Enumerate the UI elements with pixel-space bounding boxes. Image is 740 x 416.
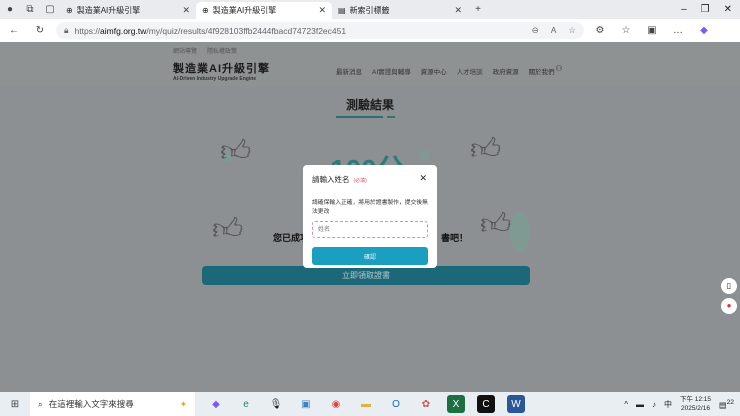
decor-dot (420, 150, 430, 160)
search-icon: ⌕ (38, 398, 43, 409)
privacy-link[interactable]: 隱私權政策 (207, 46, 237, 55)
result-message-end: 書吧！ (441, 233, 469, 243)
taskbar-search[interactable]: ⌕ 在這裡輸入文字來搜尋 ✦ (30, 392, 195, 416)
lock-icon: 🔒︎ (64, 25, 69, 35)
favorite-star-icon[interactable]: ☆ (568, 25, 576, 36)
back-icon[interactable]: ← (4, 21, 24, 40)
nav-resources[interactable]: 資源中心 (421, 66, 447, 76)
capcut-app-icon[interactable]: C (477, 395, 495, 413)
browser-tab-3[interactable]: ▤ 新索引標籤 ✕ (332, 2, 468, 19)
zoom-icon[interactable]: ⊖ (532, 25, 539, 36)
url-domain: aimfg.org.tw (100, 25, 147, 36)
claim-certificate-button[interactable]: 立即領取證書 (202, 266, 530, 285)
thumbs-up-illustration: 👍︎ (480, 208, 512, 241)
volume-icon[interactable]: ♪ (652, 400, 656, 409)
outlook-app-icon[interactable]: O (387, 395, 405, 413)
name-input[interactable] (312, 221, 428, 238)
site-header: 網站導覽 隱私權政策 製造業AI升級引擎 AI-Driven Industry U… (0, 42, 740, 86)
notifications-icon[interactable]: ▤22 (719, 399, 734, 410)
refresh-icon[interactable]: ↻ (30, 21, 50, 40)
url-path: /my/quiz/results/4f928103ffb2444fbacd747… (146, 25, 347, 36)
sitemap-link[interactable]: 網站導覽 (173, 46, 197, 55)
main-nav: 最新消息 AI實證與輔導 資源中心 人才培訓 政府資源 關於我們 (336, 66, 555, 76)
url-field[interactable]: 🔒︎ https://aimfg.org.tw/my/quiz/results/… (56, 22, 584, 39)
tab-actions-icon[interactable]: ▢ (40, 0, 60, 19)
address-bar-row: ← ↻ 🔒︎ https://aimfg.org.tw/my/quiz/resu… (0, 19, 740, 42)
taskbar: ⊞ ⌕ 在這裡輸入文字來搜尋 ✦ ◆ e 🎙︎ ▣ ◉ ▬ O ✿ X C W … (0, 392, 740, 416)
workspaces-icon[interactable]: ⧉ (20, 0, 40, 19)
more-icon[interactable]: … (668, 21, 688, 40)
photos-app-icon[interactable]: ▣ (297, 395, 315, 413)
collections-icon[interactable]: ▣ (642, 21, 662, 40)
clock-time: 下午 12:15 (679, 396, 712, 403)
dialog-title: 請輸入姓名 (312, 175, 350, 184)
nav-about[interactable]: 關於我們 (529, 66, 555, 76)
name-input-dialog: 請輸入姓名(必填) ✕ 請確保輸入正確，將用於證書製作，提交後無法更改 確認 (303, 165, 437, 268)
new-tab-icon[interactable]: + (468, 0, 488, 19)
logo-title: 製造業AI升級引擎 (173, 63, 270, 75)
browser-tab-bar: ● ⧉ ▢ ⊕ 製造業AI升級引擎 ✕ ⊕ 製造業AI升級引擎 ✕ ▤ 新索引標籤 ✕ + … (0, 0, 740, 19)
edge-app-icon[interactable]: e (237, 395, 255, 413)
required-label: (必填) (353, 178, 367, 184)
search-placeholder: 在這裡輸入文字來搜尋 (48, 399, 134, 409)
file-explorer-icon[interactable]: ▬ (357, 395, 375, 413)
thumbs-up-illustration: 👍︎ (220, 135, 252, 168)
close-window-icon[interactable]: ✕ (724, 4, 732, 15)
globe-icon: ⊕ (202, 6, 209, 15)
browser-tab-1[interactable]: ⊕ 製造業AI升級引擎 ✕ (60, 2, 196, 19)
copilot-icon[interactable]: ◆ (694, 21, 714, 40)
decor-dot (510, 212, 530, 252)
browser-tab-2[interactable]: ⊕ 製造業AI升級引擎 ✕ (196, 2, 332, 19)
close-icon[interactable]: ✕ (419, 173, 427, 184)
sparkle-icon: ✦ (179, 398, 187, 409)
reading-view-icon[interactable]: ▯ (721, 278, 737, 294)
chrome-app-icon[interactable]: ◉ (327, 395, 345, 413)
close-tab-icon[interactable]: ✕ (318, 5, 326, 16)
excel-app-icon[interactable]: X (447, 395, 465, 413)
word-app-icon[interactable]: W (507, 395, 525, 413)
clock-date: 2025/2/16 (681, 405, 710, 412)
notification-count: 22 (726, 398, 734, 406)
thumbs-up-illustration: 👍︎ (470, 133, 502, 166)
page-icon: ▤ (338, 6, 346, 15)
globe-icon: ⊕ (66, 6, 73, 15)
thumbs-up-illustration: 👍︎ (212, 213, 244, 246)
microphone-app-icon[interactable]: 🎙︎ (267, 395, 285, 413)
close-tab-icon[interactable]: ✕ (454, 5, 462, 16)
copilot-app-icon[interactable]: ◆ (207, 395, 225, 413)
network-icon[interactable]: ▬ (636, 400, 644, 409)
clock[interactable]: 下午 12:15 2025/2/16 (680, 395, 711, 413)
title-underline-accent (387, 116, 395, 118)
favorites-icon[interactable]: ☆ (616, 21, 636, 40)
tray-expand-icon[interactable]: ^ (624, 400, 628, 409)
page-title: 測驗結果 (345, 98, 394, 112)
user-icon[interactable]: ⚇ (553, 64, 565, 76)
confirm-button[interactable]: 確認 (312, 247, 428, 265)
nav-ai-coaching[interactable]: AI實證與輔導 (372, 66, 411, 76)
web-page: 網站導覽 隱私權政策 製造業AI升級引擎 AI-Driven Industry U… (0, 42, 740, 392)
nav-training[interactable]: 人才培訓 (457, 66, 483, 76)
profile-icon[interactable]: ● (0, 0, 20, 19)
read-aloud-icon[interactable]: A (551, 25, 557, 36)
ime-indicator[interactable]: 中 (664, 399, 672, 410)
logo-subtitle: AI-Driven Industry Upgrade Engine (173, 76, 257, 82)
url-prefix: https:// (74, 25, 101, 36)
windows-start-icon[interactable]: ⊞ (0, 395, 30, 414)
paint-app-icon[interactable]: ✿ (417, 395, 435, 413)
nav-government[interactable]: 政府資源 (493, 66, 519, 76)
site-logo[interactable]: 製造業AI升級引擎 AI-Driven Industry Upgrade Eng… (173, 60, 270, 82)
nav-news[interactable]: 最新消息 (336, 66, 362, 76)
extension-badge-icon[interactable]: ● (721, 298, 737, 314)
restore-icon[interactable]: ❐ (701, 4, 710, 15)
title-underline (336, 116, 383, 118)
close-tab-icon[interactable]: ✕ (182, 5, 190, 16)
minimize-icon[interactable]: – (681, 4, 687, 15)
extensions-icon[interactable]: ⚙ (590, 21, 610, 40)
dialog-description: 請確保輸入正確，將用於證書製作，提交後無法更改 (312, 200, 428, 215)
